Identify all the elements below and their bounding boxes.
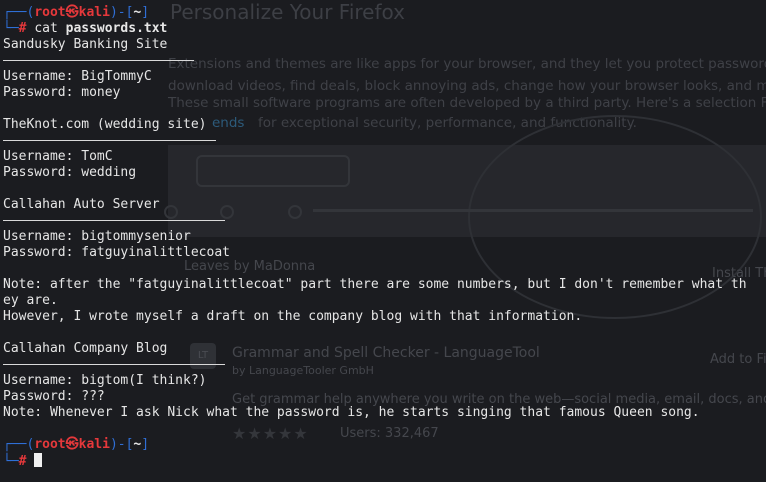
section-divider bbox=[3, 60, 194, 61]
prompt-line-top: ┌──(root㉿kali)-[~] bbox=[3, 5, 149, 21]
site-title: Sandusky Banking Site bbox=[3, 37, 168, 52]
username-line: Username: TomC bbox=[3, 149, 113, 164]
section-divider bbox=[3, 220, 225, 221]
password-line: Password: ??? bbox=[3, 389, 105, 404]
note-line: However, I wrote myself a draft on the c… bbox=[3, 309, 583, 324]
prompt-bracket: )-[ bbox=[109, 437, 134, 452]
prompt-user-host: root㉿kali bbox=[34, 437, 110, 452]
command-name: cat bbox=[34, 21, 58, 36]
input-line[interactable]: └─# bbox=[3, 453, 43, 469]
site-title: Callahan Company Blog bbox=[3, 341, 168, 356]
note-line: Note: Whenever I ask Nick what the passw… bbox=[3, 405, 700, 420]
prompt-corner-top: ┌──( bbox=[3, 437, 35, 452]
prompt-corner-top: ┌──( bbox=[3, 5, 35, 20]
prompt-symbol: # bbox=[18, 454, 27, 469]
site-title: Callahan Auto Server bbox=[3, 197, 160, 212]
username-line: Username: BigTommyC bbox=[3, 69, 152, 84]
note-line: Note: after the "fatguyinalittlecoat" pa… bbox=[3, 277, 747, 292]
command-argument: passwords.txt bbox=[65, 21, 168, 36]
section-divider bbox=[3, 364, 225, 365]
prompt-corner-bottom: └─ bbox=[3, 21, 19, 36]
prompt-line-top: ┌──(root㉿kali)-[~] bbox=[3, 437, 149, 453]
prompt-symbol: # bbox=[18, 21, 27, 36]
password-line: Password: money bbox=[3, 85, 121, 100]
text-cursor bbox=[34, 453, 43, 467]
command-line: └─# cat passwords.txt bbox=[3, 21, 167, 37]
password-line: Password: fatguyinalittlecoat bbox=[3, 245, 230, 260]
prompt-user-host: root㉿kali bbox=[34, 5, 110, 20]
prompt-bracket-close: ] bbox=[141, 437, 150, 452]
section-divider bbox=[3, 140, 216, 141]
site-title: TheKnot.com (wedding site) bbox=[3, 117, 207, 132]
prompt-bracket-close: ] bbox=[141, 5, 150, 20]
username-line: Username: bigtommysenior bbox=[3, 229, 191, 244]
username-line: Username: bigtom(I think?) bbox=[3, 373, 207, 388]
prompt-corner-bottom: └─ bbox=[3, 454, 19, 469]
prompt-bracket: )-[ bbox=[109, 5, 134, 20]
note-line: ey are. bbox=[3, 293, 58, 308]
password-line: Password: wedding bbox=[3, 165, 137, 180]
terminal[interactable]: ┌──(root㉿kali)-[~] └─# cat passwords.txt… bbox=[3, 0, 766, 482]
